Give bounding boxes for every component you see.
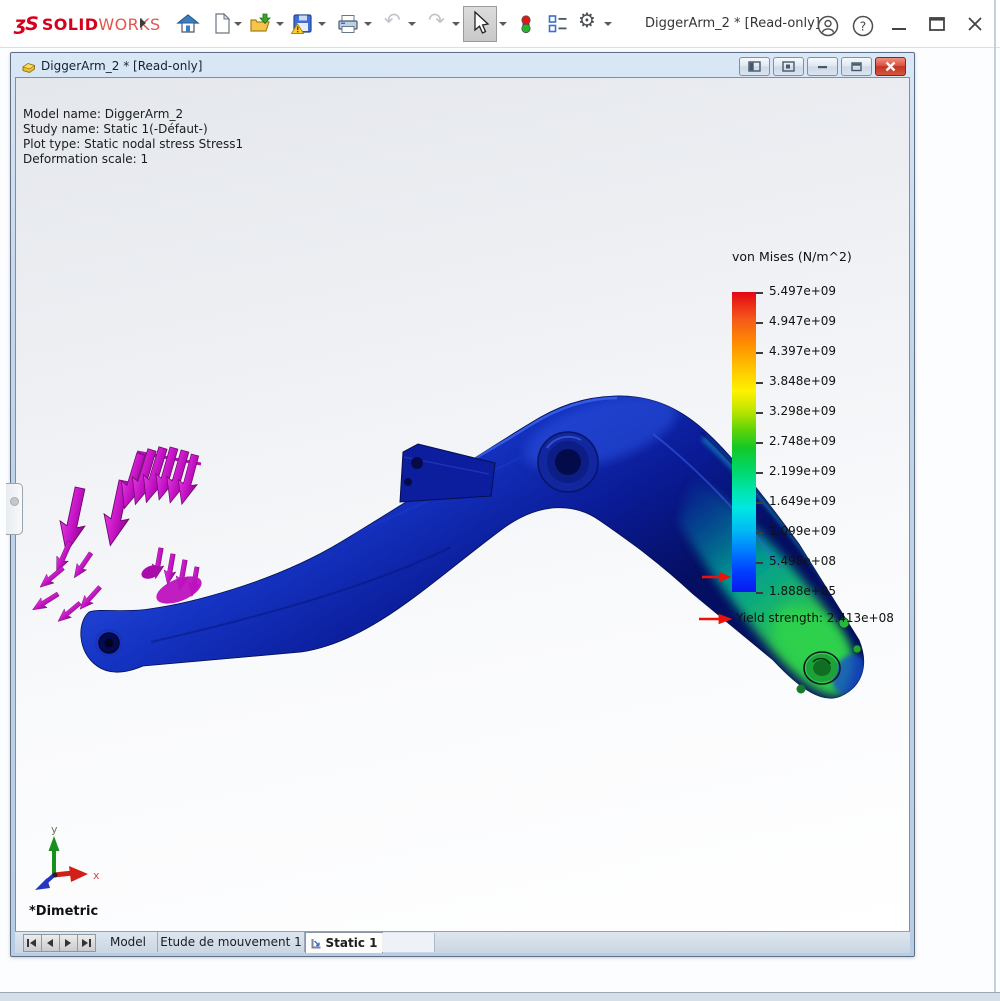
home-icon[interactable] (176, 12, 200, 36)
plot-type-line: Plot type: Static nodal stress Stress1 (23, 137, 243, 152)
cursor-icon (464, 7, 494, 39)
top-bracket (400, 444, 495, 502)
feature-pane-handle[interactable] (6, 483, 23, 535)
close-doc-icon (876, 58, 905, 75)
orientation-triad: y x (35, 823, 100, 890)
deformation-scale-line: Deformation scale: 1 (23, 152, 243, 167)
tab-scroll-prev-button[interactable] (41, 934, 60, 952)
redo-icon[interactable]: ↷ (428, 8, 445, 32)
undo-dropdown-icon[interactable] (408, 22, 416, 26)
document-title: DiggerArm_2 * [Read-only] (41, 59, 202, 73)
help-icon[interactable]: ? (851, 14, 875, 38)
app-title: DiggerArm_2 * [Read-only] (645, 16, 820, 31)
tab-spacer (382, 933, 435, 952)
open-file-icon[interactable] (248, 12, 272, 36)
undo-icon[interactable]: ↶ (384, 8, 401, 32)
account-icon[interactable] (816, 14, 840, 38)
select-tool-button[interactable] (463, 6, 497, 42)
document-window: DiggerArm_2 * [Read-only] (10, 52, 915, 957)
close-window-icon[interactable] (962, 13, 988, 35)
settings-gear-icon[interactable]: ⚙ (578, 8, 596, 32)
app-toolbar: ʒSSOLIDWORKS ↶ ↷ (0, 0, 1000, 48)
print-icon[interactable] (336, 12, 360, 36)
close-doc-button[interactable] (875, 57, 906, 76)
tab-scroll-last-button[interactable] (77, 934, 96, 952)
pivot-boss (538, 432, 598, 492)
view-orientation-label: *Dimetric (29, 904, 98, 919)
print-dropdown-icon[interactable] (364, 22, 372, 26)
solidworks-logo: ʒSSOLIDWORKS (14, 13, 161, 35)
pane-handle-knob (10, 497, 19, 506)
settings-dropdown-icon[interactable] (604, 22, 612, 26)
document-titlebar[interactable]: DiggerArm_2 * [Read-only] (15, 55, 910, 77)
load-arrows[interactable] (30, 445, 206, 626)
pane-left-icon (740, 58, 769, 75)
select-tool-dropdown-icon[interactable] (499, 22, 507, 26)
open-file-dropdown-icon[interactable] (276, 22, 284, 26)
pane-split-icon (774, 58, 803, 75)
graphics-viewport[interactable]: y x Model name: DiggerArm_2 Study name: … (15, 77, 910, 932)
minimize-window-icon[interactable] (886, 13, 912, 35)
redo-dropdown-icon[interactable] (452, 22, 460, 26)
plot-header: Model name: DiggerArm_2 Study name: Stat… (23, 107, 243, 167)
3ds-logo-icon: ʒS (14, 13, 38, 35)
static-study-icon (311, 938, 322, 949)
show-left-pane-button[interactable] (739, 57, 770, 76)
clevis-hole (96, 630, 122, 656)
new-document-dropdown-icon[interactable] (234, 22, 242, 26)
model-name-line: Model name: DiggerArm_2 (23, 107, 243, 122)
restore-doc-icon (842, 58, 871, 75)
tab-static-label: Static 1 (326, 936, 378, 950)
interference-light-icon[interactable] (514, 12, 538, 36)
maximize-window-icon[interactable] (924, 13, 950, 35)
svg-text:?: ? (860, 19, 867, 34)
save-icon[interactable] (290, 12, 314, 36)
minimize-doc-button[interactable] (807, 57, 838, 76)
tab-model[interactable]: Model (99, 932, 158, 952)
tab-scroll-first-button[interactable] (23, 934, 42, 952)
part-file-icon (21, 59, 37, 74)
study-name-line: Study name: Static 1(-Défaut-) (23, 122, 243, 137)
configuration-tabbar: Model Etude de mouvement 1 Static 1 (15, 931, 910, 953)
tab-scroll-next-button[interactable] (59, 934, 78, 952)
minimize-doc-icon (808, 58, 837, 75)
tab-motion-study[interactable]: Etude de mouvement 1 (158, 932, 305, 952)
app-window-right-edge (994, 0, 996, 1000)
axis-x-label: x (93, 869, 100, 882)
brand-flyout-arrow-icon[interactable] (140, 18, 146, 28)
axis-y-label: y (51, 823, 58, 836)
show-right-pane-button[interactable] (773, 57, 804, 76)
restore-doc-button[interactable] (841, 57, 872, 76)
save-dropdown-icon[interactable] (318, 22, 326, 26)
tab-static-study[interactable]: Static 1 (305, 932, 383, 953)
options-list-icon[interactable] (546, 12, 570, 36)
new-document-icon[interactable] (210, 12, 234, 36)
digger-arm-model[interactable] (81, 379, 873, 700)
model-canvas[interactable]: y x (16, 78, 909, 931)
